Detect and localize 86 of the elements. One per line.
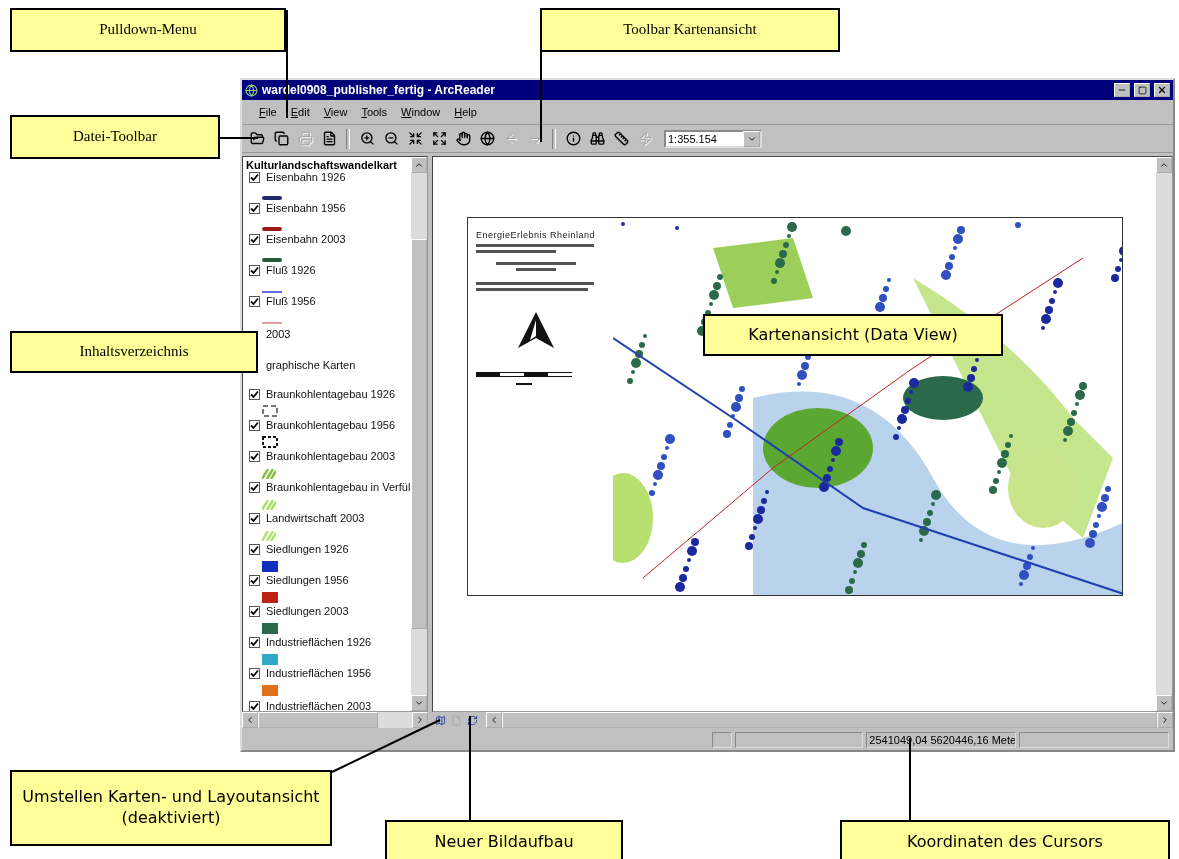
layer-checkbox[interactable]	[249, 202, 260, 214]
left-caret-icon	[489, 715, 499, 725]
annotation-callout: Koordinaten des Cursors	[840, 820, 1170, 859]
left-caret-icon	[245, 715, 255, 725]
scrollbar-thumb[interactable]	[258, 712, 378, 728]
layer-checkbox[interactable]	[249, 233, 260, 245]
window-title: wardel0908_publisher_fertig - ArcReader	[262, 83, 496, 97]
maximize-icon	[1137, 85, 1147, 95]
up-caret-icon	[1159, 160, 1169, 170]
layer-checkbox[interactable]	[249, 264, 260, 276]
layer-label: Eisenbahn 2003	[266, 233, 346, 245]
layer-label: Eisenbahn 1956	[266, 202, 346, 214]
close-icon	[1157, 85, 1167, 95]
layer-checkbox[interactable]	[249, 574, 260, 586]
status-pane	[712, 732, 733, 748]
scrollbar-thumb[interactable]	[411, 239, 427, 629]
layer-checkbox[interactable]	[249, 512, 260, 524]
group-heading: graphische Karten	[265, 359, 356, 371]
right-caret-icon	[1160, 715, 1170, 725]
refresh-icon	[466, 714, 478, 726]
north-arrow-icon	[518, 312, 554, 348]
scrollbar[interactable]	[242, 712, 428, 728]
scroll-left-button[interactable]	[242, 712, 258, 728]
dropdown-button[interactable]	[743, 130, 760, 147]
layer-checkbox[interactable]	[249, 481, 260, 493]
layer-checkbox[interactable]	[249, 605, 260, 617]
layer-label: Braunkohlentagebau 1956	[266, 419, 396, 431]
layer-checkbox[interactable]	[249, 388, 260, 400]
annotation-callout: Kartenansicht (Data View)	[703, 314, 1003, 356]
app-icon	[245, 83, 258, 97]
menu-item[interactable]: Window	[394, 106, 448, 118]
menu-item[interactable]: Edit	[283, 106, 317, 118]
annotation-callout: Toolbar Kartenansicht	[540, 8, 840, 52]
up-caret-icon	[414, 160, 424, 170]
layer-label: Eisenbahn 1926	[266, 171, 346, 183]
layer-checkbox[interactable]	[249, 700, 260, 711]
layer-label: Siedlungen 2003	[266, 605, 349, 617]
layer-label: Industrieflächen 1926	[266, 636, 372, 648]
scrollbar[interactable]	[1156, 157, 1172, 711]
close-button[interactable]	[1154, 83, 1170, 97]
layer-label: Industrieflächen 1956	[266, 667, 372, 679]
layer-label: 2003	[265, 328, 291, 340]
layer-label: Braunkohlentagebau 2003	[266, 450, 396, 462]
layer-checkbox[interactable]	[249, 419, 260, 431]
layer-label: Siedlungen 1956	[266, 574, 349, 586]
toc-title: Kulturlandschaftswandelkart	[246, 159, 398, 171]
down-caret-icon	[414, 698, 424, 708]
menu-item[interactable]: View	[316, 106, 355, 118]
menu-item[interactable]: Tools	[354, 106, 395, 118]
scale-bar-icon	[476, 372, 572, 385]
layer-checkbox[interactable]	[249, 171, 260, 183]
layer-label: Braunkohlentagebau 1926	[266, 388, 396, 400]
scroll-down-button[interactable]	[411, 695, 427, 711]
menu-item[interactable]: Help	[447, 106, 484, 118]
scroll-up-button[interactable]	[1156, 157, 1172, 173]
layout-title: EnergieErlebnis Rheinland	[476, 230, 596, 240]
layer-label: Fluß 1956	[266, 295, 316, 307]
map-icon	[434, 714, 446, 726]
leader-line	[219, 137, 259, 139]
scale-field[interactable]: 1:355.154	[664, 129, 762, 148]
annotation-callout: Inhaltsverzeichnis	[10, 331, 258, 373]
layer-label: Siedlungen 1926	[266, 543, 349, 555]
coordinates-display: 2541049,04 5620446,16 Mete	[866, 732, 1017, 748]
layer-label: Fluß 1926	[266, 264, 316, 276]
layer-label: Industrieflächen 2003	[266, 700, 372, 711]
annotation-callout: Neuer Bildaufbau	[385, 820, 623, 859]
scroll-up-button[interactable]	[411, 157, 427, 173]
minimize-button[interactable]	[1114, 83, 1130, 97]
layer-checkbox[interactable]	[249, 295, 260, 307]
annotation-callout: Pulldown-Menu	[10, 8, 286, 52]
scroll-right-button[interactable]	[412, 712, 428, 728]
layer-label: Landwirtschaft 2003	[266, 512, 365, 524]
layer-checkbox[interactable]	[249, 450, 260, 462]
maximize-button[interactable]	[1134, 83, 1150, 97]
layer-label: Braunkohlentagebau in Verfül	[266, 481, 411, 493]
annotation-callout: Datei-Toolbar	[10, 115, 220, 159]
right-caret-icon	[415, 715, 425, 725]
scroll-left-button[interactable]	[486, 712, 502, 728]
down-caret-icon	[1159, 698, 1169, 708]
menu-item[interactable]: File	[252, 106, 284, 118]
scroll-down-button[interactable]	[1156, 695, 1172, 711]
layer-checkbox[interactable]	[249, 667, 260, 679]
scrollbar[interactable]	[411, 157, 427, 711]
annotation-callout: Umstellen Karten- und Layoutansicht (deaktiviert)	[10, 770, 332, 846]
layer-checkbox[interactable]	[249, 543, 260, 555]
layer-checkbox[interactable]	[249, 636, 260, 648]
